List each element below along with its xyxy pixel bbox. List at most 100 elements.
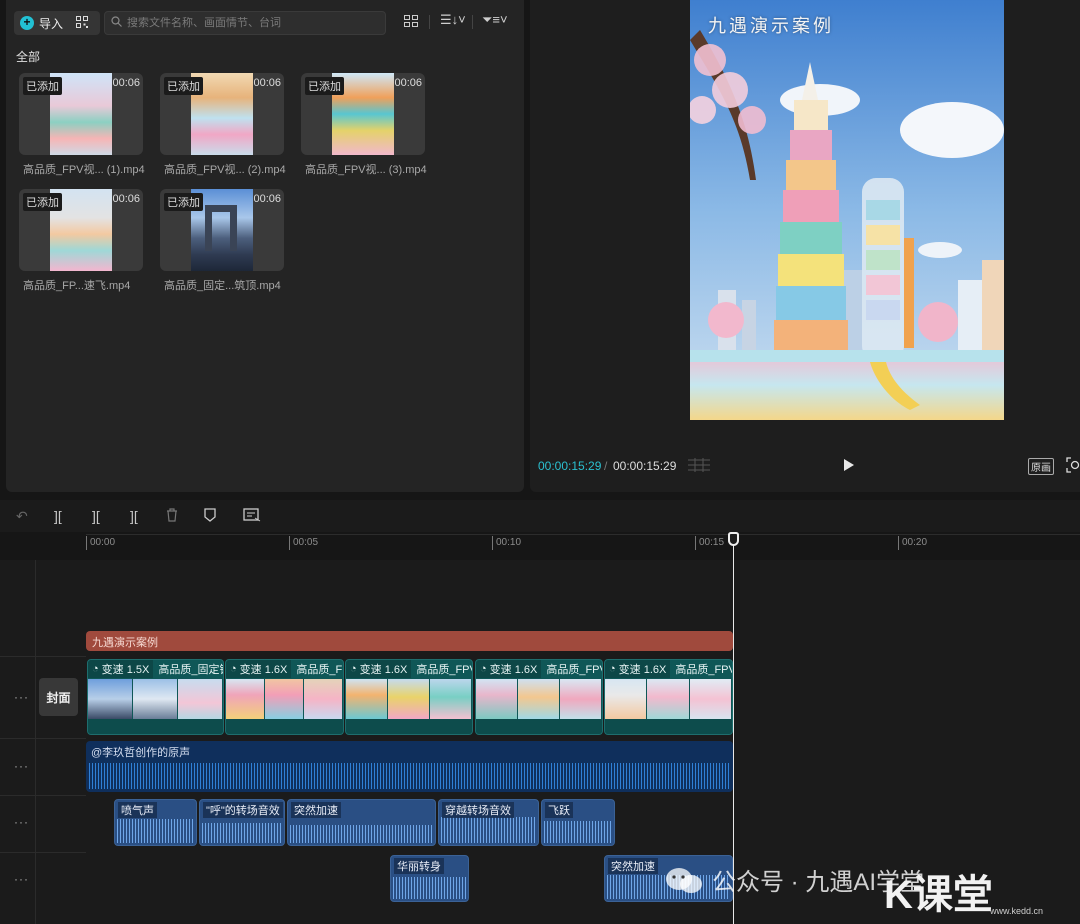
fullscreen-zoom-icon[interactable] — [1066, 457, 1080, 478]
original-quality-button[interactable]: 原画 — [1028, 458, 1054, 475]
sfx-clip-5[interactable]: 飞跃 — [541, 799, 615, 846]
media-item-4[interactable]: 已添加 00:06 — [19, 189, 143, 271]
sfx-label: 穿越转场音效 — [442, 802, 514, 818]
waveform — [393, 877, 466, 899]
video-clip-1[interactable]: ◔变速 1.5X 高品质_固定镜头 — [87, 659, 224, 735]
duration-label: 00:06 — [394, 77, 422, 89]
watermark-url: www.kedd.cn — [990, 906, 1044, 916]
track-menu-icon[interactable]: ··· — [14, 690, 29, 704]
delete-icon[interactable] — [166, 508, 178, 525]
sfx-clip-1[interactable]: 喷气声 — [114, 799, 197, 846]
ruler-label: 00:00 — [90, 537, 116, 548]
speed-label: 变速 1.6X — [489, 664, 538, 676]
sort-icon[interactable]: ☰↓˅ — [440, 12, 466, 28]
track-menu-icon[interactable]: ··· — [14, 872, 29, 886]
speed-label: 变速 1.6X — [359, 664, 408, 676]
duration-label: 00:06 — [112, 77, 140, 89]
clip-audio-strip — [476, 719, 602, 734]
media-item-2[interactable]: 已添加 00:06 — [160, 73, 284, 155]
clip-frames — [226, 679, 343, 719]
qr-grid-icon[interactable] — [76, 15, 89, 31]
ruler-tick — [492, 536, 493, 550]
sfx-label: 突然加速 — [291, 802, 341, 818]
voice-clip-label: @李玖哲创作的原声 — [91, 747, 191, 759]
sfx-label: 飞跃 — [545, 802, 573, 818]
clip-frames — [88, 679, 223, 719]
marker-icon[interactable] — [204, 508, 216, 525]
media-item-3[interactable]: 已添加 00:06 — [301, 73, 425, 155]
clip-audio-strip — [226, 719, 343, 734]
split-left-icon[interactable]: ][ — [92, 508, 100, 524]
clip-name: 高品质_固定镜头 — [158, 664, 223, 676]
media-item-1[interactable]: 已添加 00:06 — [19, 73, 143, 155]
view-toggle-icon[interactable] — [404, 15, 418, 30]
play-icon[interactable] — [842, 458, 856, 472]
toolbar-divider — [472, 15, 473, 29]
ruler-tick — [289, 536, 290, 550]
ruler-labels: 00:00 00:05 00:10 00:15 00:20 — [86, 534, 1080, 552]
video-clip-2[interactable]: ◔变速 1.6X 高品质_FPV — [225, 659, 344, 735]
speed-icon: ◔ — [350, 663, 357, 675]
clip-name: 高品质_FPV — [416, 664, 472, 676]
timeline-toolbar: ↶ ][ ][ ][ — [0, 500, 1080, 532]
grid-lines-icon[interactable] — [688, 458, 710, 477]
undo-icon[interactable]: ↶ — [16, 508, 28, 525]
plus-icon: + — [20, 16, 34, 30]
track-headers — [0, 560, 36, 924]
speed-label: 变速 1.5X — [101, 664, 150, 676]
toolbar-divider — [429, 15, 430, 29]
sfx-label: 喷气声 — [118, 802, 157, 818]
waveform — [544, 821, 612, 843]
sfx-label: 突然加速 — [608, 858, 658, 874]
media-item-5[interactable]: 已添加 00:06 — [160, 189, 284, 271]
speed-badge: ◔ 变速 1.6X — [226, 660, 292, 678]
video-clip-4[interactable]: ◔ 变速 1.6X 高品质_FPV — [475, 659, 603, 735]
added-badge: 已添加 — [164, 193, 203, 211]
clip-audio-strip — [88, 719, 223, 734]
track-menu-icon[interactable]: ··· — [14, 815, 29, 829]
added-badge: 已添加 — [23, 193, 62, 211]
speed-badge: ◔ 变速 1.6X — [476, 660, 542, 678]
clip-frames — [346, 679, 472, 719]
duration-label: 00:06 — [253, 77, 281, 89]
speed-icon: ◔ — [609, 663, 616, 675]
video-clip-3[interactable]: ◔ 变速 1.6X 高品质_FPV — [345, 659, 473, 735]
sfx-clip-6[interactable]: 华丽转身 — [390, 855, 469, 902]
video-overlay-title: 九遇演示案例 — [708, 16, 834, 37]
clip-name: 高品质_FPV — [546, 664, 602, 676]
sfx-clip-3[interactable]: 突然加速 — [287, 799, 436, 846]
speed-badge: ◔ 变速 1.6X — [605, 660, 671, 678]
caption-edit-icon[interactable] — [243, 508, 261, 525]
total-timecode: 00:00:15:29 — [613, 459, 677, 473]
ruler-tick — [695, 536, 696, 550]
waveform — [202, 823, 282, 843]
clip-audio-strip — [605, 719, 732, 734]
filter-icon[interactable]: ⏷≡˅ — [482, 12, 508, 28]
split-icon[interactable]: ][ — [54, 508, 62, 524]
sfx-clip-2[interactable]: "呼"的转场音效 — [199, 799, 285, 846]
track-menu-icon[interactable]: ··· — [14, 759, 29, 773]
duration-label: 00:06 — [112, 193, 140, 205]
ruler-label: 00:15 — [699, 537, 725, 548]
added-badge: 已添加 — [305, 77, 344, 95]
search-input[interactable] — [127, 17, 377, 29]
cover-button[interactable]: 封面 — [39, 678, 78, 716]
speed-icon: ◔ — [92, 663, 99, 675]
video-preview — [690, 0, 1004, 420]
playhead-handle[interactable] — [728, 532, 739, 546]
speed-badge: ◔ 变速 1.6X — [346, 660, 412, 678]
media-filename: 高品质_FPV视... (3).mp4 — [305, 164, 427, 176]
search-box[interactable] — [104, 11, 386, 35]
waveform — [117, 819, 194, 843]
split-right-icon[interactable]: ][ — [130, 508, 138, 524]
current-timecode: 00:00:15:29 — [538, 459, 602, 473]
import-label: 导入 — [39, 16, 64, 31]
clip-frames — [476, 679, 602, 719]
text-clip[interactable]: 九遇演示案例 — [86, 631, 733, 651]
video-clip-5[interactable]: ◔ 变速 1.6X 高品质_FPV — [604, 659, 733, 735]
timecode-separator: / — [604, 459, 608, 473]
import-button[interactable]: + 导入 — [14, 11, 100, 35]
sfx-clip-4[interactable]: 穿越转场音效 — [438, 799, 539, 846]
speed-label: 变速 1.6X — [618, 664, 667, 676]
wechat-icon — [664, 866, 704, 901]
